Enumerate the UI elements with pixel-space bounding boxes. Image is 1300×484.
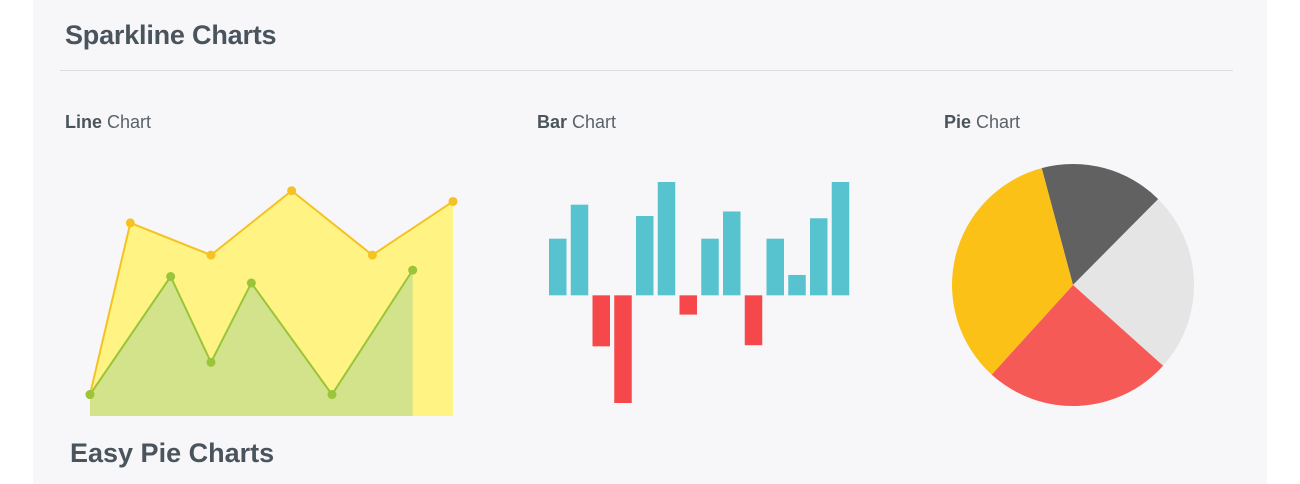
line-chart-point-green xyxy=(408,265,418,275)
bar-chart-bar xyxy=(679,295,697,315)
bar-chart-bar xyxy=(592,295,610,347)
bar-chart-bar xyxy=(701,238,719,296)
bar-chart-bar xyxy=(810,218,828,296)
bar-chart-bar xyxy=(831,182,850,296)
bar-chart-bar xyxy=(723,211,741,296)
line-chart-point-green xyxy=(166,272,176,282)
bar-chart-bar xyxy=(788,274,806,296)
bar-chart-bar xyxy=(614,295,632,403)
line-chart-point-green xyxy=(327,390,337,400)
sparkline-charts-svg xyxy=(85,164,1194,416)
bar-chart-bar xyxy=(657,182,676,296)
line-chart-point-green xyxy=(85,390,95,400)
line-chart-point-green xyxy=(246,278,256,288)
bar-chart-bar xyxy=(766,238,784,296)
line-chart-point-yellow xyxy=(367,250,377,260)
line-chart-point-yellow xyxy=(206,250,216,260)
line-chart-point-yellow xyxy=(287,186,297,196)
bar-chart-bar xyxy=(570,204,589,296)
line-chart-point-yellow xyxy=(125,218,135,228)
bar-chart-bar xyxy=(636,216,654,296)
bar-chart-bar xyxy=(549,238,567,296)
line-chart-point-yellow xyxy=(448,196,458,206)
line-chart-point-green xyxy=(206,357,216,367)
bar-chart-bar xyxy=(744,295,763,346)
